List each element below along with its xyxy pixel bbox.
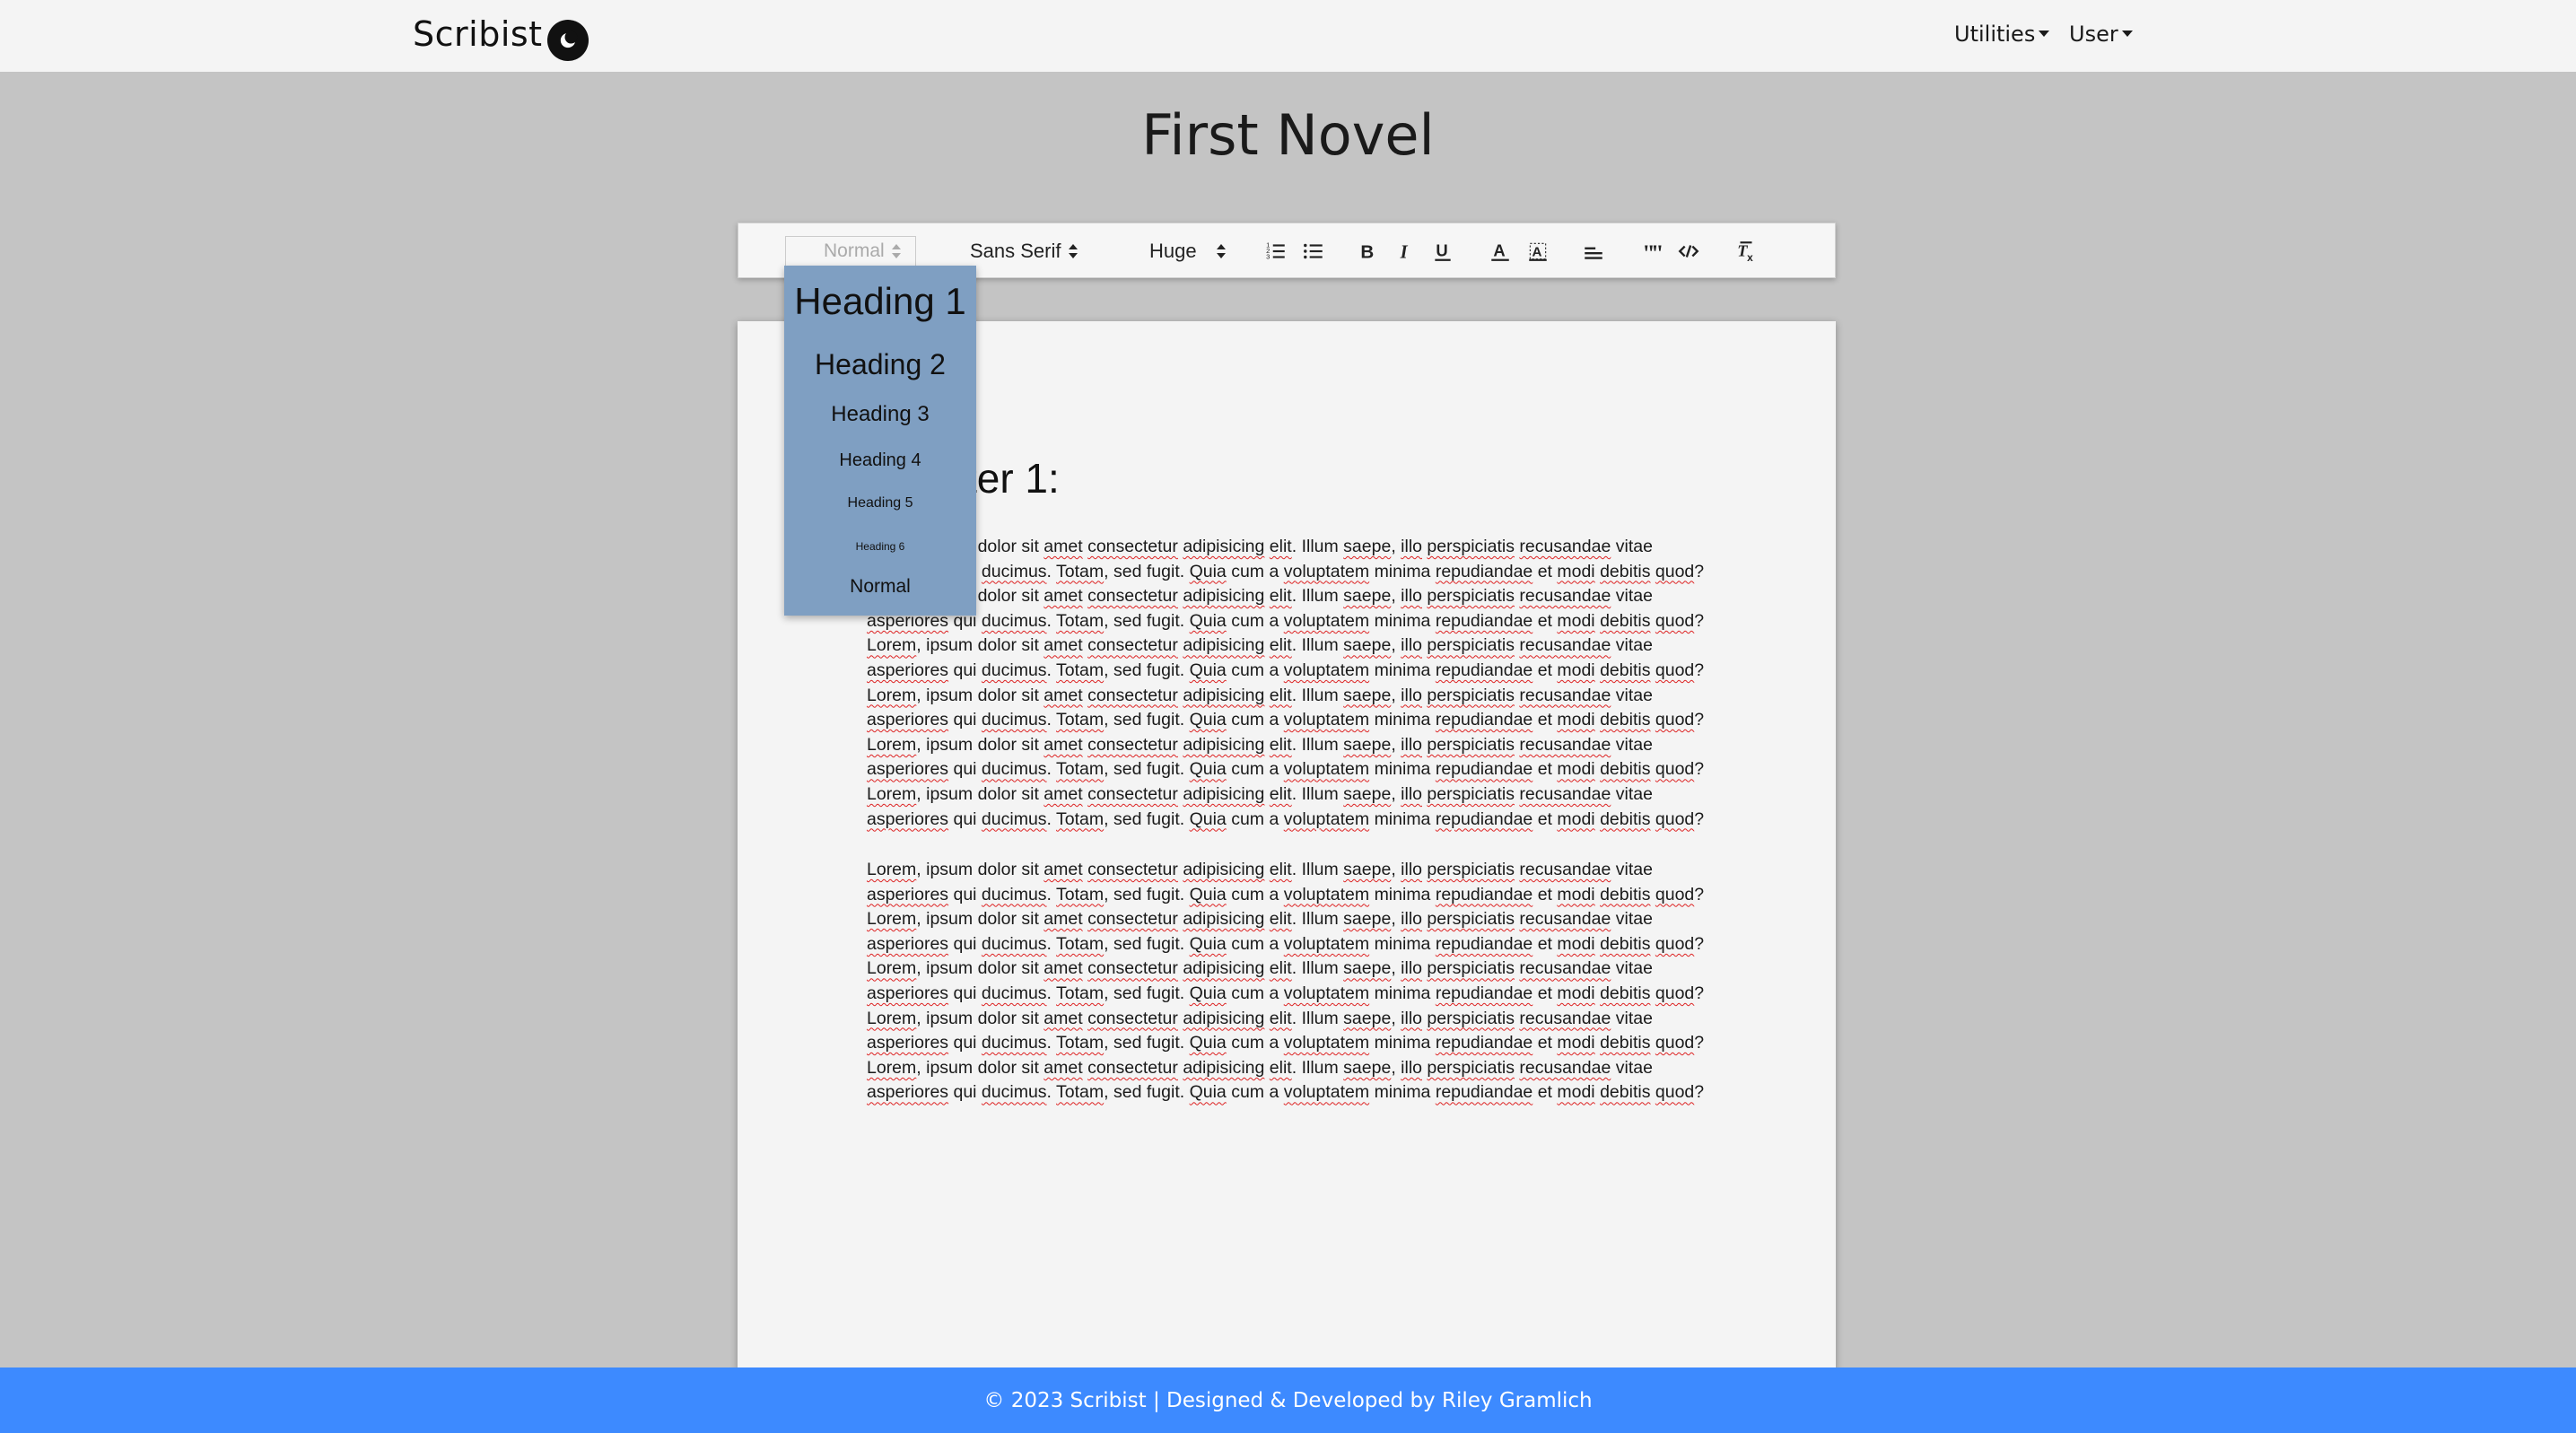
text-line: Lorem, ipsum dolor sit amet consectetur … bbox=[867, 1008, 1653, 1028]
header-picker-label: Normal bbox=[824, 240, 885, 261]
dropdown-option-heading-6[interactable]: Heading 6 bbox=[784, 540, 976, 553]
header-picker[interactable]: Normal bbox=[785, 236, 916, 267]
text-line: asperiores qui ducimus. Totam, sed fugit… bbox=[867, 933, 1705, 954]
font-picker[interactable]: Sans Serif bbox=[970, 223, 1078, 279]
header-dropdown: Heading 1 Heading 2 Heading 3 Heading 4 … bbox=[784, 266, 976, 616]
caret-down-icon bbox=[2039, 30, 2050, 37]
blockquote-icon: "" bbox=[1642, 240, 1663, 263]
size-picker[interactable]: Huge bbox=[1149, 223, 1226, 279]
svg-text:U: U bbox=[1436, 240, 1447, 259]
text-line: asperiores qui ducimus. Totam, sed fugit… bbox=[867, 983, 1705, 1003]
text-line: asperiores qui ducimus. Totam, sed fugit… bbox=[867, 884, 1705, 904]
size-picker-label: Huge bbox=[1149, 240, 1197, 262]
text-line: Lorem, ipsum dolor sit amet consectetur … bbox=[867, 537, 1653, 556]
text-line: Lorem, ipsum dolor sit amet consectetur … bbox=[867, 685, 1653, 705]
svg-text:B: B bbox=[1360, 242, 1374, 263]
underline-button[interactable]: U bbox=[1428, 223, 1458, 279]
svg-text:3: 3 bbox=[1266, 253, 1270, 261]
text-line: Lorem, ipsum dolor sit amet consectetur … bbox=[867, 909, 1653, 930]
dropdown-option-heading-5[interactable]: Heading 5 bbox=[784, 495, 976, 511]
moon-icon bbox=[560, 31, 578, 48]
align-icon bbox=[1585, 247, 1602, 259]
text-line: asperiores qui ducimus. Totam, sed fugit… bbox=[867, 660, 1705, 680]
background-color-icon: A bbox=[1529, 242, 1547, 261]
svg-text:I: I bbox=[1400, 243, 1409, 263]
align-button[interactable] bbox=[1578, 223, 1609, 279]
ordered-list-icon: 123 bbox=[1266, 241, 1285, 261]
svg-text:A: A bbox=[1493, 240, 1505, 259]
italic-button[interactable]: I bbox=[1390, 223, 1420, 279]
text-line: asperiores qui ducimus. Totam, sed fugit… bbox=[867, 561, 1705, 581]
dropdown-option-heading-1[interactable]: Heading 1 bbox=[784, 280, 976, 323]
clear-format-icon: Tx bbox=[1737, 241, 1753, 263]
paragraph-1[interactable]: Lorem, ipsum dolor sit amet consectetur … bbox=[867, 535, 1728, 832]
text-line: Lorem, ipsum dolor sit amet consectetur … bbox=[867, 734, 1653, 755]
background-color-button[interactable]: A bbox=[1523, 223, 1553, 279]
utilities-menu[interactable]: Utilities bbox=[1954, 22, 2050, 47]
code-block-icon bbox=[1678, 245, 1699, 258]
underline-icon: U bbox=[1435, 240, 1451, 261]
picker-arrows-icon bbox=[1068, 244, 1078, 258]
text-line: asperiores qui ducimus. Totam, sed fugit… bbox=[867, 1033, 1705, 1053]
font-picker-label: Sans Serif bbox=[970, 240, 1061, 262]
svg-text:": " bbox=[1651, 240, 1663, 263]
navbar: Scribist Utilities User bbox=[0, 0, 2576, 72]
bold-icon: B bbox=[1360, 242, 1374, 263]
italic-icon: I bbox=[1400, 243, 1409, 263]
utilities-menu-label: Utilities bbox=[1954, 22, 2036, 47]
code-block-button[interactable] bbox=[1673, 223, 1704, 279]
text-line: Lorem, ipsum dolor sit amet consectetur … bbox=[867, 783, 1653, 804]
bullet-list-icon bbox=[1304, 243, 1323, 259]
blockquote-button[interactable]: " " bbox=[1636, 223, 1666, 279]
clear-format-button[interactable]: Tx bbox=[1731, 223, 1761, 279]
text-line: asperiores qui ducimus. Totam, sed fugit… bbox=[867, 710, 1705, 730]
user-menu[interactable]: User bbox=[2069, 22, 2133, 47]
text-color-icon: A bbox=[1491, 240, 1509, 261]
bold-button[interactable]: B bbox=[1352, 223, 1383, 279]
paragraph-2[interactable]: Lorem, ipsum dolor sit amet consectetur … bbox=[867, 858, 1728, 1105]
footer-text: © 2023 Scribist | Designed & Developed b… bbox=[983, 1388, 1593, 1412]
dropdown-option-normal[interactable]: Normal bbox=[784, 576, 976, 598]
theme-toggle-button[interactable] bbox=[547, 20, 589, 61]
text-line: asperiores qui ducimus. Totam, sed fugit… bbox=[867, 759, 1705, 780]
text-line: Lorem, ipsum dolor sit amet consectetur … bbox=[867, 958, 1653, 979]
text-line: Lorem, ipsum dolor sit amet consectetur … bbox=[867, 635, 1653, 656]
brand-logo[interactable]: Scribist bbox=[413, 14, 543, 54]
text-line: asperiores qui ducimus. Totam, sed fugit… bbox=[867, 610, 1705, 631]
svg-text:A: A bbox=[1533, 244, 1542, 259]
text-line: Lorem, ipsum dolor sit amet consectetur … bbox=[867, 860, 1653, 879]
dropdown-option-heading-2[interactable]: Heading 2 bbox=[784, 348, 976, 381]
dropdown-option-heading-3[interactable]: Heading 3 bbox=[784, 402, 976, 427]
document-title: First Novel bbox=[1141, 102, 1435, 168]
bullet-list-button[interactable] bbox=[1298, 223, 1329, 279]
caret-down-icon bbox=[2121, 30, 2133, 37]
text-line: asperiores qui ducimus. Totam, sed fugit… bbox=[867, 1082, 1705, 1103]
picker-arrows-icon bbox=[891, 244, 901, 258]
svg-text:x: x bbox=[1747, 251, 1753, 263]
picker-arrows-icon bbox=[1216, 244, 1226, 258]
text-color-button[interactable]: A bbox=[1485, 223, 1515, 279]
footer: © 2023 Scribist | Designed & Developed b… bbox=[0, 1367, 2576, 1433]
dropdown-option-heading-4[interactable]: Heading 4 bbox=[784, 450, 976, 471]
text-line: Lorem, ipsum dolor sit amet consectetur … bbox=[867, 1057, 1653, 1078]
ordered-list-button[interactable]: 123 bbox=[1261, 223, 1291, 279]
text-line: asperiores qui ducimus. Totam, sed fugit… bbox=[867, 808, 1705, 829]
user-menu-label: User bbox=[2069, 22, 2118, 47]
text-line: Lorem, ipsum dolor sit amet consectetur … bbox=[867, 586, 1653, 607]
